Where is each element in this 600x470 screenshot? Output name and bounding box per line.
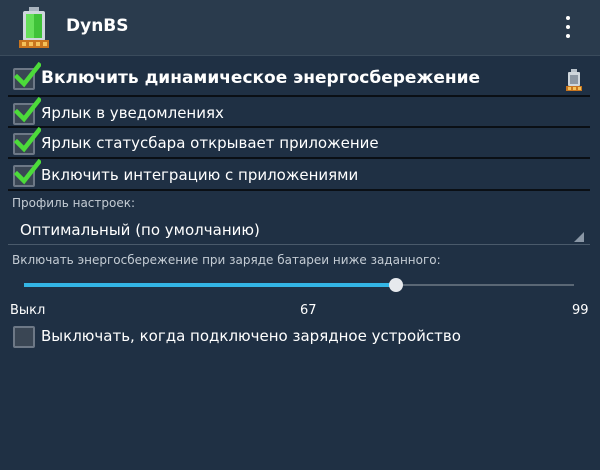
- battery-icon[interactable]: [18, 6, 50, 50]
- charger-off-label: Выключать, когда подключено зарядное уст…: [41, 327, 461, 345]
- divider: [8, 189, 590, 191]
- divider: [8, 157, 590, 159]
- divider: [8, 126, 590, 128]
- setting-dynamic-saving[interactable]: Включить динамическое энергосбережение: [0, 62, 600, 96]
- overflow-menu-icon[interactable]: [556, 12, 580, 42]
- app-integration-label: Включить интеграцию с приложениями: [41, 166, 359, 184]
- spinner-arrow-icon: [574, 232, 584, 242]
- profile-label: Профиль настроек:: [12, 196, 136, 210]
- app-integration-checkbox[interactable]: [13, 159, 41, 187]
- spinner-underline: [8, 244, 590, 245]
- checkmark-icon: [13, 97, 41, 123]
- dynamic-saving-checkbox[interactable]: [13, 62, 41, 90]
- seekbar-progress: [24, 283, 397, 287]
- battery-status-icon: [566, 69, 582, 91]
- charger-off-checkbox[interactable]: [13, 326, 35, 348]
- action-bar: DynBS: [0, 0, 600, 56]
- notification-shortcut-label: Ярлык в уведомлениях: [41, 104, 224, 122]
- notification-shortcut-checkbox[interactable]: [13, 97, 41, 125]
- seekbar-max-label: 99: [572, 303, 589, 318]
- seekbar-thumb[interactable]: [389, 278, 404, 292]
- app-title: DynBS: [66, 16, 129, 36]
- threshold-label: Включать энергосбережение при заряде бат…: [12, 253, 441, 267]
- seekbar-min-label: Выкл: [10, 303, 46, 318]
- statusbar-opens-app-checkbox[interactable]: [13, 127, 41, 155]
- dynamic-saving-label: Включить динамическое энергосбережение: [41, 68, 481, 88]
- setting-statusbar-opens-app[interactable]: Ярлык статусбара открывает приложение: [0, 127, 600, 156]
- checkmark-icon: [13, 127, 41, 153]
- setting-charger-off[interactable]: Выключать, когда подключено зарядное уст…: [0, 322, 600, 350]
- setting-app-integration[interactable]: Включить интеграцию с приложениями: [0, 159, 600, 188]
- checkmark-icon: [13, 159, 41, 185]
- checkmark-icon: [13, 62, 41, 88]
- seekbar-value-label: 67: [300, 303, 317, 318]
- divider: [8, 95, 590, 97]
- profile-value: Оптимальный (по умолчанию): [20, 221, 260, 239]
- setting-notification-shortcut[interactable]: Ярлык в уведомлениях: [0, 97, 600, 126]
- statusbar-opens-app-label: Ярлык статусбара открывает приложение: [41, 134, 379, 152]
